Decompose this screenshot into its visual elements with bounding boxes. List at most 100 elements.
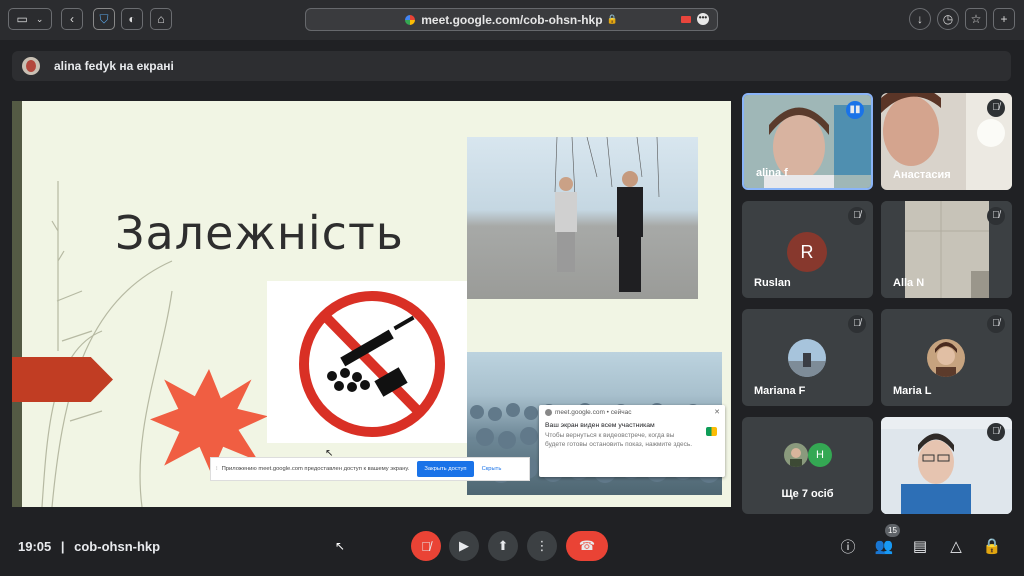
slide-edge-bar bbox=[12, 101, 22, 507]
shared-cursor-icon: ↖ bbox=[325, 448, 334, 459]
lock-icon: 🔒 bbox=[606, 14, 618, 24]
present-screen-button[interactable]: ⬆ bbox=[488, 531, 518, 561]
slide-title: Залежність bbox=[115, 206, 404, 260]
hide-infobar-button[interactable]: Скрыть bbox=[482, 466, 502, 472]
shield-icon: ⛉ bbox=[99, 11, 109, 26]
google-icon bbox=[405, 14, 416, 25]
muted-mic-icon: 🎙̸ bbox=[987, 315, 1005, 333]
participant-name: Ruslan bbox=[754, 277, 791, 289]
people-button[interactable]: 👥 bbox=[872, 534, 896, 558]
url-actions: ••• bbox=[681, 13, 709, 25]
meet-logo-icon bbox=[706, 427, 717, 436]
more-participants-label: Ще 7 осіб bbox=[781, 488, 834, 500]
notification-body: Чтобы вернуться к видеовстрече, когда вы… bbox=[545, 432, 693, 448]
bookmark-button[interactable]: ☆ bbox=[965, 8, 987, 30]
stop-sharing-button[interactable]: Закрыть доступ bbox=[417, 461, 474, 477]
notification-title: Ваш экран виден всем участникам bbox=[545, 422, 655, 429]
participant-tile-1[interactable]: 🎙̸ Анастасия bbox=[881, 93, 1012, 190]
presenter-label: alina fedyk на екрані bbox=[54, 59, 174, 73]
mouse-cursor-icon: ↖ bbox=[335, 539, 346, 553]
muted-mic-icon: 🎙̸ bbox=[848, 315, 866, 333]
chevron-down-icon: ⌄ bbox=[35, 13, 44, 24]
site-icon bbox=[545, 409, 552, 416]
lock-person-icon: 🔒 bbox=[982, 538, 1002, 555]
meeting-info-separator: | bbox=[60, 539, 65, 554]
people-icon: 👥 bbox=[874, 538, 894, 555]
meeting-controls-bar: 19:05 | cob-ohsn-hkp 🎙̸ ▶ ⬆ ⋮ ☎ ⓘ 👥 15 ▤… bbox=[0, 520, 1024, 576]
participant-avatar bbox=[784, 443, 808, 467]
notification-source: meet.google.com • сейчас bbox=[555, 409, 632, 416]
close-icon[interactable]: ✕ bbox=[714, 408, 720, 416]
sidebar-toggle-button[interactable]: ▭ ⌄ bbox=[8, 8, 52, 30]
host-controls-button[interactable]: 🔒 bbox=[980, 534, 1004, 558]
muted-mic-icon: 🎙̸ bbox=[987, 207, 1005, 225]
participant-tile-4[interactable]: 🎙̸ Mariana F bbox=[742, 309, 873, 406]
plus-icon: + bbox=[1000, 12, 1008, 26]
more-dots-icon[interactable]: ••• bbox=[697, 13, 709, 25]
meeting-info: 19:05 | cob-ohsn-hkp bbox=[18, 539, 160, 554]
speaking-indicator-icon: ▮▮ bbox=[846, 101, 864, 119]
camera-in-use-icon[interactable] bbox=[681, 15, 691, 23]
participant-name: Maria L bbox=[893, 385, 932, 397]
participant-name: Mariana F bbox=[754, 385, 806, 397]
address-bar[interactable]: meet.google.com/cob-ohsn-hkp 🔒 ••• bbox=[305, 8, 718, 31]
participant-avatar bbox=[927, 339, 965, 377]
extension-shield-button[interactable]: ⛉ bbox=[93, 8, 115, 30]
puppet-photo bbox=[467, 137, 698, 299]
downloads-button[interactable]: ↓ bbox=[909, 8, 931, 30]
home-icon: ⌂ bbox=[157, 12, 165, 26]
browser-toolbar: ▭ ⌄ ‹ ⛉ ◐ ⌂ meet.google.com/cob-ohsn-hkp … bbox=[0, 0, 1024, 40]
participant-tile-3[interactable]: 🎙̸ Alla N bbox=[881, 201, 1012, 298]
notification-header: meet.google.com • сейчас bbox=[545, 409, 719, 416]
camera-button[interactable]: ▶ bbox=[449, 531, 479, 561]
camera-icon: ▶ bbox=[459, 538, 469, 553]
participant-name: Анастасия bbox=[893, 169, 951, 181]
muted-mic-icon: 🎙̸ bbox=[987, 423, 1005, 441]
participant-name: Alla N bbox=[893, 277, 925, 289]
chat-icon: ▤ bbox=[912, 538, 928, 555]
meeting-details-button[interactable]: ⓘ bbox=[836, 534, 860, 558]
home-button[interactable]: ⌂ bbox=[150, 8, 172, 30]
sharing-infobar: ⁞ Приложению meet.google.com предоставле… bbox=[210, 457, 530, 481]
participant-tile-7[interactable]: 🎙̸ bbox=[881, 417, 1012, 514]
clock-icon: ◷ bbox=[942, 12, 954, 26]
back-button[interactable]: ‹ bbox=[61, 8, 83, 30]
mic-off-icon: 🎙̸ bbox=[421, 538, 431, 554]
half-shield-icon: ◐ bbox=[128, 12, 136, 26]
new-tab-button[interactable]: + bbox=[993, 8, 1015, 30]
muted-mic-icon: 🎙̸ bbox=[987, 99, 1005, 117]
screen-share-notification[interactable]: meet.google.com • сейчас ✕ Ваш экран вид… bbox=[539, 405, 725, 477]
url-text: meet.google.com/cob-ohsn-hkp bbox=[421, 12, 603, 27]
puppet-figures bbox=[554, 137, 660, 292]
meeting-time: 19:05 bbox=[18, 539, 52, 554]
sidebar-icon: ▭ bbox=[16, 12, 28, 26]
participant-avatar bbox=[788, 339, 826, 377]
hang-up-icon: ☎ bbox=[578, 538, 596, 553]
participant-avatar-letter: H bbox=[808, 443, 832, 467]
privacy-button[interactable]: ◐ bbox=[121, 8, 143, 30]
leave-call-button[interactable]: ☎ bbox=[566, 531, 608, 561]
chat-button[interactable]: ▤ bbox=[908, 534, 932, 558]
more-participants-tile[interactable]: H Ще 7 осіб bbox=[742, 417, 873, 514]
more-options-button[interactable]: ⋮ bbox=[527, 531, 557, 561]
participant-avatar: R bbox=[787, 232, 827, 272]
star-icon: ☆ bbox=[970, 12, 982, 26]
activities-button[interactable]: △ bbox=[944, 534, 968, 558]
download-icon: ↓ bbox=[917, 12, 923, 26]
participant-tile-2[interactable]: R 🎙̸ Ruslan bbox=[742, 201, 873, 298]
shared-screen: Залежність meet.google.com • сейчас ✕ Ва… bbox=[12, 101, 731, 507]
no-drugs-sign bbox=[267, 281, 467, 443]
activities-icon: △ bbox=[950, 538, 962, 555]
microphone-button[interactable]: 🎙̸ bbox=[411, 531, 441, 561]
back-arrow-icon: ‹ bbox=[70, 12, 74, 26]
history-button[interactable]: ◷ bbox=[937, 8, 959, 30]
participant-tile-5[interactable]: 🎙̸ Maria L bbox=[881, 309, 1012, 406]
present-icon: ⬆ bbox=[497, 538, 509, 553]
more-vert-icon: ⋮ bbox=[535, 538, 549, 553]
drag-handle-icon[interactable]: ⁞ bbox=[216, 466, 218, 472]
presenter-banner: alina fedyk на екрані bbox=[12, 51, 1011, 81]
participant-count-badge: 15 bbox=[885, 524, 900, 537]
meeting-code: cob-ohsn-hkp bbox=[74, 539, 161, 554]
sharing-infobar-text: Приложению meet.google.com предоставлен … bbox=[221, 466, 410, 472]
participant-tile-0[interactable]: ▮▮ alina f bbox=[742, 93, 873, 190]
